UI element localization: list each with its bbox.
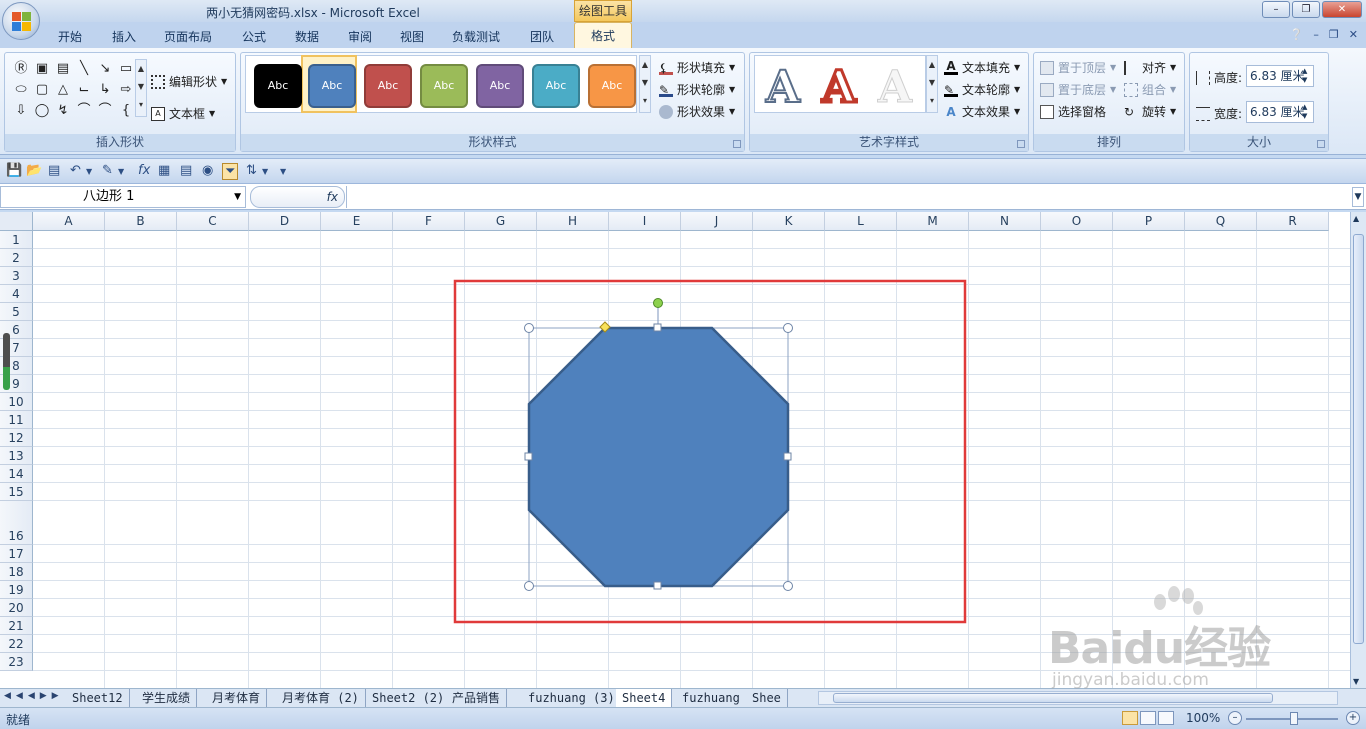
sheet-tab-8[interactable]: fuzhuang <box>676 689 747 707</box>
view-buttons <box>1122 711 1174 725</box>
zoom-slider-knob[interactable] <box>1290 712 1298 725</box>
handle-bottom[interactable] <box>653 581 662 590</box>
sheet-tab-2[interactable]: 月考体育 <box>206 689 268 707</box>
vertical-scroll-thumb[interactable] <box>1353 234 1364 644</box>
office-button[interactable] <box>2 2 40 40</box>
scroll-up-icon[interactable]: ▲ <box>1353 214 1359 223</box>
watermark-text: Baidu经验 <box>1048 623 1271 674</box>
sheet-tab-1[interactable]: 学生成绩 <box>136 689 198 707</box>
handle-top-right[interactable] <box>783 323 793 333</box>
sheet-tab-5[interactable]: 产品销售 <box>446 689 508 707</box>
status-ready: 就绪 <box>6 713 31 727</box>
sheet-tab-9[interactable]: Shee <box>746 689 788 707</box>
vertical-scrollbar[interactable]: ▲ ▼ <box>1350 212 1366 688</box>
zoom-out-icon[interactable]: – <box>1228 711 1242 725</box>
scroll-down-icon[interactable]: ▼ <box>1353 677 1359 686</box>
handle-bottom-left[interactable] <box>524 581 534 591</box>
handle-left[interactable] <box>524 452 533 461</box>
handle-right[interactable] <box>783 452 792 461</box>
sheet-tab-7[interactable]: Sheet4 <box>616 689 673 707</box>
page-layout-view-icon[interactable] <box>1140 711 1156 725</box>
zoom-in-icon[interactable]: + <box>1346 711 1360 725</box>
sheet-tab-6[interactable]: fuzhuang (3) <box>522 689 622 707</box>
status-bar: 就绪 100% – + <box>0 707 1366 729</box>
page-break-view-icon[interactable] <box>1158 711 1174 725</box>
office-logo-icon <box>12 12 32 32</box>
rotation-handle[interactable] <box>653 298 663 308</box>
handle-bottom-right[interactable] <box>783 581 793 591</box>
normal-view-icon[interactable] <box>1122 711 1138 725</box>
sheet-tab-3[interactable]: 月考体育 (2) <box>276 689 366 707</box>
sheet-tab-0[interactable]: Sheet12 <box>66 689 130 707</box>
watermark-url: jingyan.baidu.com <box>1052 670 1209 690</box>
handle-top-left[interactable] <box>524 323 534 333</box>
octagon-shape[interactable] <box>527 326 790 588</box>
zoom-level[interactable]: 100% <box>1186 711 1220 725</box>
baidu-watermark: Baidu经验 jingyan.baidu.com <box>1048 586 1278 704</box>
sheet-tab-4[interactable]: Sheet2 (2) <box>366 689 452 707</box>
sheet-nav-arrows[interactable]: ◀◀◀▶▶ <box>4 691 64 701</box>
handle-top[interactable] <box>653 323 662 332</box>
